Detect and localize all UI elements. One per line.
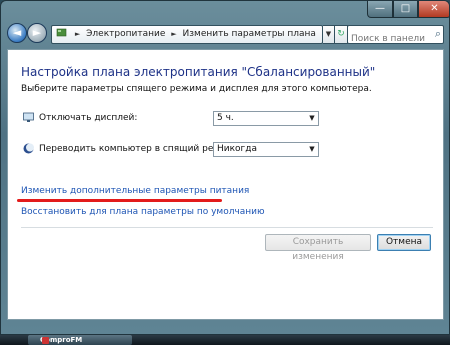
monitor-icon — [23, 112, 34, 122]
maximize-button[interactable]: □ — [393, 1, 418, 18]
display-off-value: 5 ч. — [217, 113, 234, 123]
chevron-down-icon[interactable]: ▼ — [306, 112, 318, 125]
display-off-select[interactable]: 5 ч. ▼ — [213, 111, 319, 126]
sleep-label: Переводить компьютер в спящий режим: — [39, 144, 238, 154]
highlight-underline — [17, 199, 222, 202]
breadcrumb-separator-icon: ► — [74, 30, 81, 38]
address-bar[interactable]: ► Электропитание ► Изменить параметры пл… — [51, 25, 323, 44]
sleep-value: Никогда — [217, 144, 258, 154]
display-off-label: Отключать дисплей: — [39, 113, 138, 123]
navigation-bar: ◄ ► ► Электропитание ► Изменить параметр… — [1, 19, 449, 49]
content-pane: Настройка плана электропитания "Сбаланси… — [7, 49, 444, 320]
sleep-moon-icon — [23, 143, 34, 154]
divider — [21, 227, 433, 228]
title-bar: — □ ✕ — [1, 1, 449, 19]
address-dropdown-button[interactable]: ▼ — [323, 25, 335, 44]
cancel-button[interactable]: Отмена — [377, 234, 431, 251]
search-box[interactable]: ⌕ — [347, 25, 444, 48]
breadcrumb-power-options[interactable]: Электропитание — [86, 26, 165, 43]
breadcrumb-edit-plan[interactable]: Изменить параметры плана — [183, 26, 316, 43]
chevron-down-icon[interactable]: ▼ — [306, 143, 318, 156]
page-title: Настройка плана электропитания "Сбаланси… — [21, 65, 376, 79]
search-icon[interactable]: ⌕ — [435, 27, 441, 41]
save-changes-button[interactable]: Сохранить изменения — [265, 234, 371, 262]
back-button[interactable]: ◄ — [7, 23, 27, 43]
taskbar: ComproFM — [0, 335, 450, 345]
control-panel-icon — [56, 28, 67, 37]
control-panel-window: — □ ✕ ◄ ► ► Электропитание ► Изменить па… — [0, 0, 450, 335]
app-icon — [42, 337, 49, 344]
close-button[interactable]: ✕ — [418, 1, 449, 18]
restore-defaults-link[interactable]: Восстановить для плана параметры по умол… — [21, 207, 265, 217]
minimize-button[interactable]: — — [367, 1, 393, 18]
breadcrumb-separator-icon: ► — [171, 30, 177, 38]
sleep-select[interactable]: Никогда ▼ — [213, 142, 319, 157]
page-description: Выберите параметры спящего режима и дисп… — [21, 84, 372, 94]
taskbar-item[interactable]: ComproFM — [28, 335, 132, 345]
search-input[interactable] — [348, 30, 428, 48]
forward-button[interactable]: ► — [27, 23, 47, 43]
advanced-settings-link[interactable]: Изменить дополнительные параметры питани… — [21, 186, 249, 196]
